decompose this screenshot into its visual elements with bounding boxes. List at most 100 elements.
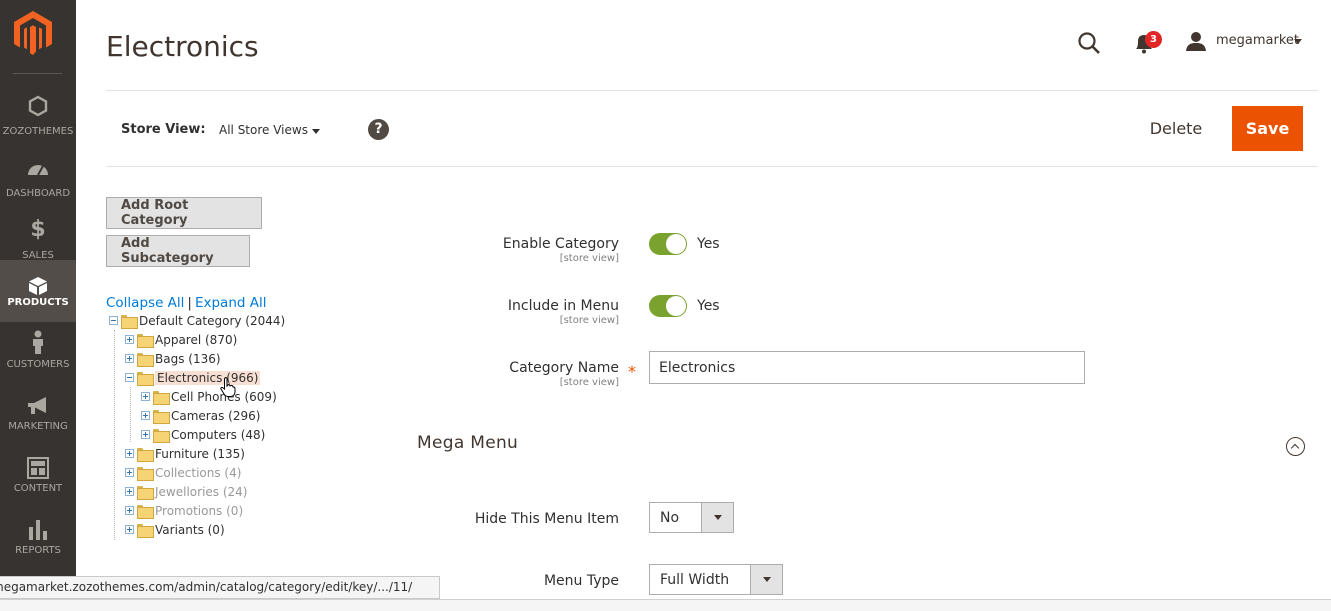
tree-node-label[interactable]: Apparel (870) bbox=[155, 333, 237, 347]
cube-icon bbox=[29, 277, 47, 295]
category-name-label: Category Name bbox=[509, 360, 619, 376]
tree-node-label[interactable]: Furniture (135) bbox=[155, 447, 245, 461]
user-account-icon[interactable] bbox=[1186, 31, 1206, 51]
expand-toggle-icon[interactable] bbox=[125, 525, 134, 534]
user-account-name[interactable]: megamarket bbox=[1216, 33, 1299, 48]
tree-node-label[interactable]: Jewellories (24) bbox=[155, 485, 247, 499]
include-in-menu-label: Include in Menu bbox=[507, 298, 619, 314]
tree-node-default-category[interactable]: Default Category (2044) bbox=[109, 311, 285, 330]
tree-node-label[interactable]: Electronics (966) bbox=[155, 370, 261, 385]
tree-node-label[interactable]: Collections (4) bbox=[155, 466, 241, 480]
expand-toggle-icon[interactable] bbox=[125, 468, 134, 477]
sidebar-item-reports[interactable]: REPORTS bbox=[0, 508, 76, 570]
notification-count-badge[interactable]: 3 bbox=[1145, 31, 1162, 48]
layout-icon bbox=[27, 457, 49, 479]
expand-toggle-icon[interactable] bbox=[125, 335, 134, 344]
mega-menu-section-title[interactable]: Mega Menu bbox=[417, 433, 518, 453]
sidebar-item-customers[interactable]: CUSTOMERS bbox=[0, 322, 76, 384]
tree-node-apparel[interactable]: Apparel (870) bbox=[125, 330, 237, 349]
folder-icon bbox=[153, 428, 170, 443]
sidebar-item-label: DASHBOARD bbox=[5, 188, 71, 199]
chevron-down-icon[interactable] bbox=[701, 503, 733, 532]
collapse-toggle-icon[interactable] bbox=[125, 373, 134, 382]
browser-bottom-strip bbox=[0, 599, 1331, 611]
tree-node-electronics[interactable]: Electronics (966) bbox=[125, 368, 261, 387]
browser-status-url: megamarket.zozothemes.com/admin/catalog/… bbox=[0, 576, 440, 599]
sidebar-item-zozothemes[interactable]: ZOZOTHEMES bbox=[0, 84, 76, 146]
sidebar-item-label: PRODUCTS bbox=[7, 297, 69, 308]
tree-node-computers[interactable]: Computers (48) bbox=[141, 425, 265, 444]
scope-label: [store view] bbox=[559, 315, 619, 326]
expand-toggle-icon[interactable] bbox=[125, 354, 134, 363]
enable-category-label: Enable Category bbox=[502, 236, 619, 252]
store-view-switcher[interactable]: All Store Views bbox=[219, 123, 308, 137]
tree-node-label[interactable]: Cameras (296) bbox=[171, 409, 260, 423]
expand-toggle-icon[interactable] bbox=[125, 487, 134, 496]
expand-toggle-icon[interactable] bbox=[141, 392, 150, 401]
tree-node-collections[interactable]: Collections (4) bbox=[125, 463, 241, 482]
hide-menu-item-select[interactable]: No bbox=[649, 502, 734, 533]
tree-node-bags[interactable]: Bags (136) bbox=[125, 349, 221, 368]
menu-type-select[interactable]: Full Width bbox=[649, 564, 783, 595]
expand-toggle-icon[interactable] bbox=[141, 430, 150, 439]
tree-node-promotions[interactable]: Promotions (0) bbox=[125, 501, 243, 520]
scope-label: [store view] bbox=[559, 253, 619, 264]
tree-guide-line bbox=[114, 330, 115, 540]
sidebar-item-content[interactable]: CONTENT bbox=[0, 446, 76, 508]
folder-icon bbox=[137, 352, 154, 367]
store-view-label: Store View: bbox=[121, 122, 206, 137]
tree-node-variants[interactable]: Variants (0) bbox=[125, 520, 225, 539]
folder-icon bbox=[137, 523, 154, 538]
megaphone-icon bbox=[28, 397, 46, 414]
tree-node-label[interactable]: Variants (0) bbox=[155, 523, 225, 537]
folder-icon bbox=[137, 466, 154, 481]
sidebar-item-dashboard[interactable]: DASHBOARD bbox=[0, 146, 76, 208]
expand-toggle-icon[interactable] bbox=[141, 411, 150, 420]
chevron-down-icon[interactable] bbox=[1294, 39, 1302, 44]
dollar-icon: $ bbox=[30, 217, 46, 242]
sidebar-item-products[interactable]: PRODUCTS bbox=[0, 260, 76, 322]
expand-toggle-icon[interactable] bbox=[125, 449, 134, 458]
category-name-input[interactable] bbox=[649, 351, 1085, 384]
sidebar-divider bbox=[13, 73, 62, 74]
add-root-category-button[interactable]: Add Root Category bbox=[106, 197, 262, 229]
folder-icon bbox=[137, 447, 154, 462]
header-divider bbox=[106, 90, 1318, 91]
delete-button[interactable]: Delete bbox=[1141, 110, 1211, 146]
tree-node-label[interactable]: Computers (48) bbox=[171, 428, 265, 442]
chevron-up-circle-icon[interactable] bbox=[1286, 437, 1305, 456]
toolbar-divider bbox=[106, 166, 1318, 167]
tree-node-cameras[interactable]: Cameras (296) bbox=[141, 406, 260, 425]
sidebar-item-marketing[interactable]: MARKETING bbox=[0, 384, 76, 446]
status-url-text: megamarket.zozothemes.com/admin/catalog/… bbox=[0, 580, 413, 594]
add-subcategory-button[interactable]: Add Subcategory bbox=[106, 235, 250, 267]
collapse-all-link[interactable]: Collapse All bbox=[106, 295, 184, 311]
person-icon bbox=[33, 330, 43, 354]
enable-category-toggle[interactable] bbox=[649, 233, 687, 255]
folder-icon bbox=[121, 314, 138, 329]
save-button[interactable]: Save bbox=[1232, 106, 1303, 151]
sidebar-item-label: REPORTS bbox=[15, 545, 61, 556]
expand-toggle-icon[interactable] bbox=[125, 506, 134, 515]
sidebar-item-label: MARKETING bbox=[8, 421, 68, 432]
chevron-down-icon[interactable] bbox=[312, 129, 320, 134]
select-value: Full Width bbox=[660, 572, 730, 588]
tree-node-furniture[interactable]: Furniture (135) bbox=[125, 444, 245, 463]
tree-node-label[interactable]: Default Category (2044) bbox=[139, 314, 285, 328]
collapse-toggle-icon[interactable] bbox=[109, 316, 118, 325]
tree-node-label[interactable]: Bags (136) bbox=[155, 352, 221, 366]
bar-chart-icon bbox=[29, 520, 47, 540]
tree-node-label[interactable]: Promotions (0) bbox=[155, 504, 243, 518]
chevron-down-icon[interactable] bbox=[750, 565, 782, 594]
sidebar-item-label: CONTENT bbox=[13, 483, 63, 494]
magento-logo-icon[interactable] bbox=[14, 11, 52, 55]
help-icon[interactable]: ? bbox=[368, 119, 389, 140]
menu-type-label: Menu Type bbox=[543, 573, 619, 589]
tree-node-cell-phones[interactable]: Cell Phones (609) bbox=[141, 387, 277, 406]
hexagon-icon bbox=[28, 95, 48, 117]
search-icon[interactable] bbox=[1077, 31, 1101, 55]
expand-all-link[interactable]: Expand All bbox=[195, 295, 267, 311]
tree-node-jewellories[interactable]: Jewellories (24) bbox=[125, 482, 247, 501]
include-in-menu-toggle[interactable] bbox=[649, 295, 687, 317]
admin-sidebar: ZOZOTHEMES DASHBOARD $ SALES PRODUCTS CU… bbox=[0, 0, 76, 611]
